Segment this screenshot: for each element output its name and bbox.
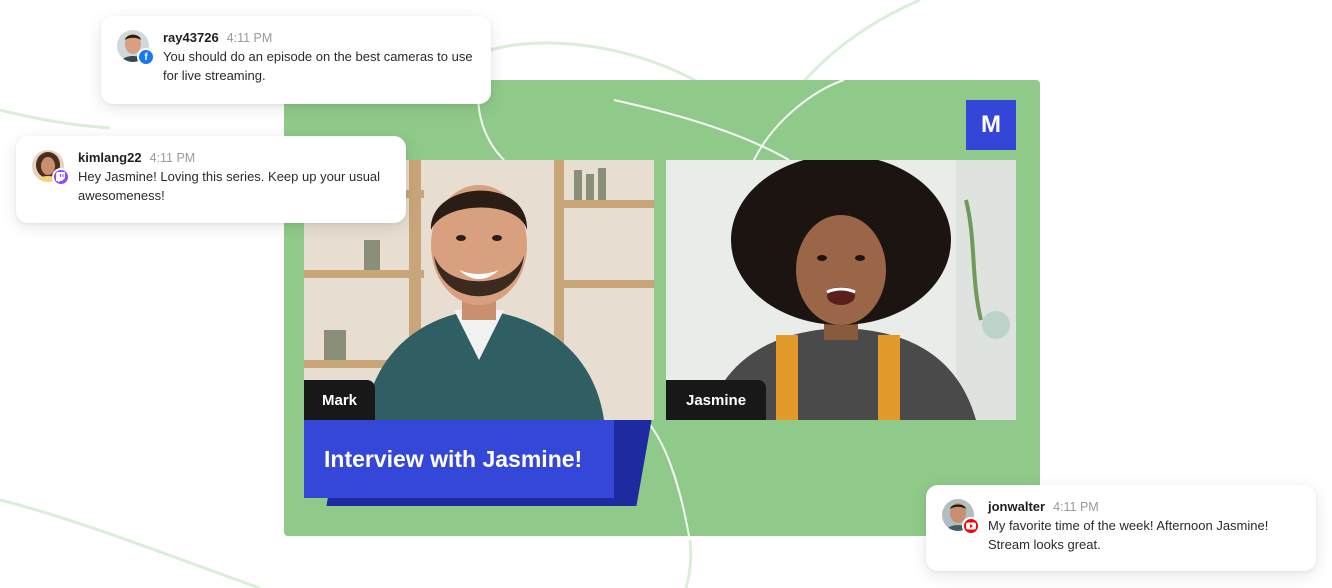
comment-avatar-wrap [942, 499, 980, 535]
chat-comment[interactable]: f ray43726 4:11 PM You should do an epis… [101, 16, 491, 104]
facebook-icon: f [137, 48, 155, 66]
comment-body: ray43726 4:11 PM You should do an episod… [163, 30, 473, 90]
chat-comment[interactable]: kimlang22 4:11 PM Hey Jasmine! Loving th… [16, 136, 406, 223]
brand-logo: M [966, 100, 1016, 150]
video-tile-jasmine[interactable]: Jasmine [666, 160, 1016, 420]
comment-username: jonwalter [988, 499, 1046, 514]
comment-header: kimlang22 4:11 PM [78, 150, 388, 165]
comment-header: ray43726 4:11 PM [163, 30, 473, 45]
comment-avatar-wrap: f [117, 30, 155, 66]
lower-third-banner: Interview with Jasmine! [304, 410, 652, 510]
comment-avatar-wrap [32, 150, 70, 186]
comment-text: My favorite time of the week! Afternoon … [988, 518, 1269, 552]
banner-title: Interview with Jasmine! [304, 420, 614, 498]
comment-header: jonwalter 4:11 PM [988, 499, 1298, 514]
twitch-icon [52, 168, 70, 186]
comment-username: ray43726 [163, 30, 219, 45]
comment-body: jonwalter 4:11 PM My favorite time of th… [988, 499, 1298, 557]
comment-timestamp: 4:11 PM [149, 151, 196, 165]
participant-name-jasmine: Jasmine [666, 380, 767, 420]
chat-comment[interactable]: jonwalter 4:11 PM My favorite time of th… [926, 485, 1316, 571]
comment-timestamp: 4:11 PM [1053, 500, 1099, 514]
comment-body: kimlang22 4:11 PM Hey Jasmine! Loving th… [78, 150, 388, 209]
comment-timestamp: 4:11 PM [226, 31, 273, 45]
comment-username: kimlang22 [78, 150, 142, 165]
comment-text: You should do an episode on the best cam… [163, 49, 473, 83]
youtube-icon [962, 517, 980, 535]
comment-text: Hey Jasmine! Loving this series. Keep up… [78, 169, 381, 203]
